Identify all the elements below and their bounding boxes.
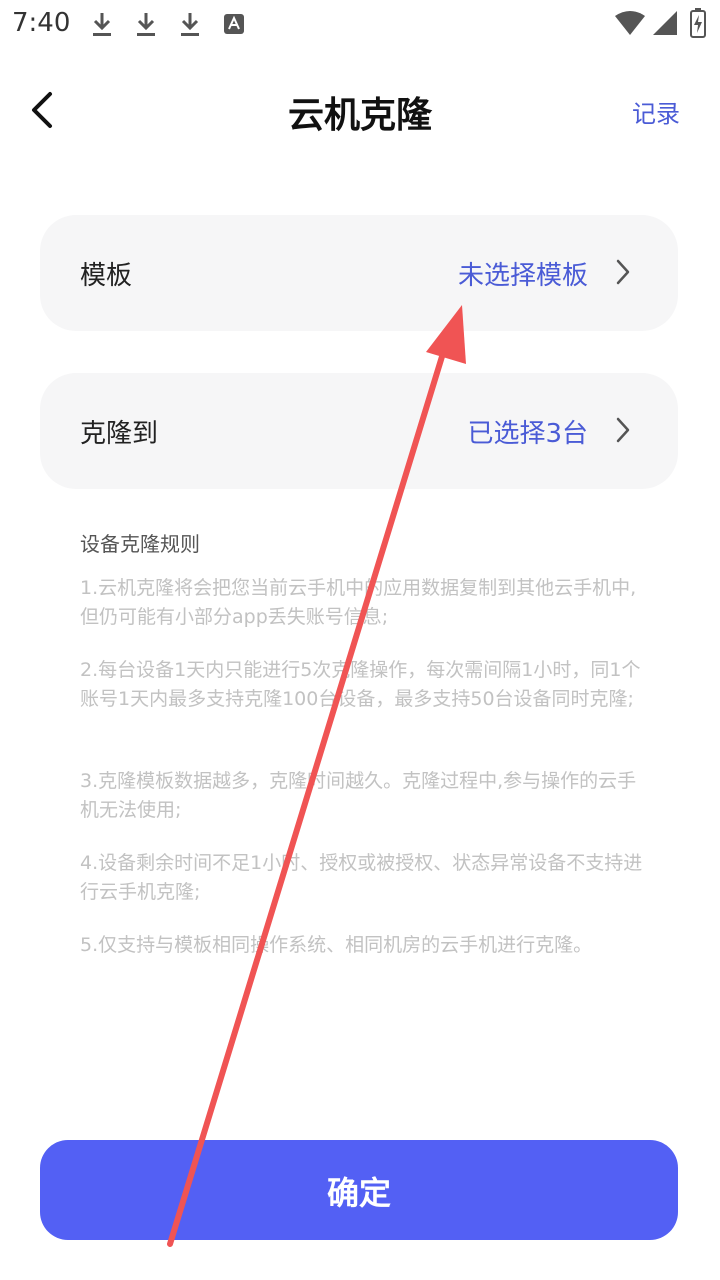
header: 云机克隆 记录 xyxy=(0,70,720,150)
a-notification-icon xyxy=(224,14,244,34)
download-icon xyxy=(93,13,111,36)
chevron-right-icon xyxy=(616,417,630,443)
battery-charging-icon xyxy=(690,8,706,38)
clone-to-row[interactable]: 克隆到 已选择3台 xyxy=(40,373,678,489)
clone-to-label: 克隆到 xyxy=(80,419,159,449)
confirm-button-label: 确定 xyxy=(326,1174,391,1212)
template-value: 未选择模板 xyxy=(457,261,588,291)
chevron-right-icon xyxy=(616,259,630,285)
record-link[interactable]: 记录 xyxy=(632,94,680,129)
download-icon xyxy=(137,13,155,36)
confirm-button[interactable]: 确定 xyxy=(40,1140,678,1240)
clone-to-value: 已选择3台 xyxy=(467,419,588,449)
status-time: 7:40 xyxy=(12,8,71,38)
rule-item: 1.云机克隆将会把您当前云手机中的应用数据复制到其他云手机中,但仍可能有小部分a… xyxy=(80,577,637,628)
status-bar: 7:40 xyxy=(0,0,720,50)
rule-item: 5.仅支持与模板相同操作系统、相同机房的云手机进行克隆。 xyxy=(80,934,593,956)
rules-title: 设备克隆规则 xyxy=(80,532,200,556)
rule-item: 4.设备剩余时间不足1小时、授权或被授权、状态异常设备不支持进行云手机克隆; xyxy=(80,852,643,903)
rule-item: 3.克隆模板数据越多，克隆时间越久。克隆过程中,参与操作的云手机无法使用; xyxy=(80,770,637,821)
download-icon xyxy=(181,13,199,36)
wifi-icon xyxy=(615,11,645,35)
template-label: 模板 xyxy=(80,261,133,291)
signal-icon xyxy=(653,11,677,35)
rule-item: 2.每台设备1天内只能进行5次克隆操作，每次需间隔1小时，同1个账号1天内最多支… xyxy=(80,659,641,710)
annotation-arrow xyxy=(167,305,466,1247)
page-title: 云机克隆 xyxy=(287,95,432,136)
template-row[interactable]: 模板 未选择模板 xyxy=(40,215,678,331)
